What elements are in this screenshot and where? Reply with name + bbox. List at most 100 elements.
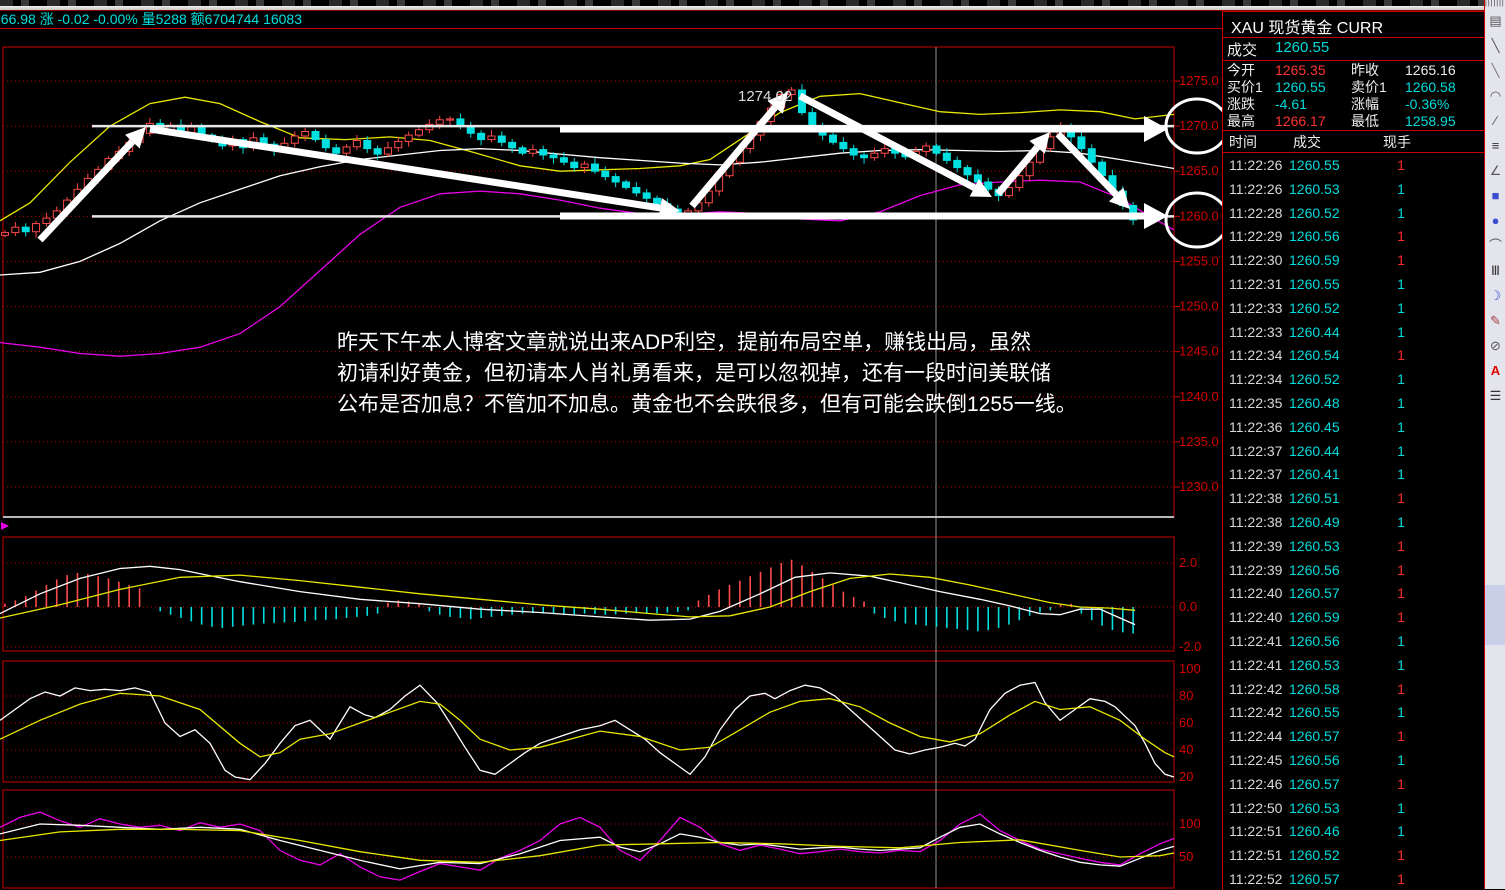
ruler-icon[interactable]: |||||||| <box>1485 0 1505 8</box>
ellipse-tool-icon[interactable]: ● <box>1485 208 1505 233</box>
svg-text:100: 100 <box>1179 661 1201 676</box>
tape-header-vol: 现手 <box>1383 132 1411 152</box>
tape-row: 11:22:331260.521 <box>1223 297 1484 321</box>
tape-price: 1260.57 <box>1289 868 1340 890</box>
tape-time: 11:22:33 <box>1229 321 1282 345</box>
tape-time: 11:22:34 <box>1229 368 1282 392</box>
field-value: 1265.35 <box>1275 62 1326 79</box>
tape-price: 1260.53 <box>1289 654 1340 678</box>
scroll-marker-icon[interactable] <box>1 522 9 530</box>
segment-icon[interactable]: ╲ <box>1485 58 1505 83</box>
svg-text:-2.0: -2.0 <box>1179 639 1201 654</box>
time-and-sales-list[interactable]: 11:22:261260.55111:22:261260.53111:22:28… <box>1223 154 1484 890</box>
annotation-line: 初请利好黄金，但初请本人肖礼勇看来，是可以忽视掉，还有一段时间美联储 <box>337 358 1197 389</box>
tape-time: 11:22:41 <box>1229 654 1282 678</box>
tape-price: 1260.57 <box>1289 725 1340 749</box>
tape-volume: 1 <box>1383 344 1419 368</box>
tape-time: 11:22:39 <box>1229 559 1282 583</box>
tape-row: 11:22:371260.411 <box>1223 463 1484 487</box>
tape-price: 1260.58 <box>1289 678 1340 702</box>
fan-lines-icon[interactable]: ∠ <box>1485 158 1505 183</box>
tape-volume: 1 <box>1383 249 1419 273</box>
tape-row: 11:22:331260.441 <box>1223 321 1484 345</box>
tape-row: 11:22:451260.561 <box>1223 749 1484 773</box>
tape-volume: 1 <box>1383 725 1419 749</box>
trendline-icon[interactable]: ╲ <box>1485 33 1505 58</box>
tape-row: 11:22:511260.461 <box>1223 820 1484 844</box>
tape-time: 11:22:50 <box>1229 797 1282 821</box>
quote-panel: XAU 现货黄金 CURR 成交 1260.55 今开 1265.35 昨收 1… <box>1222 11 1484 890</box>
tape-price: 1260.45 <box>1289 416 1340 440</box>
tape-time: 11:22:40 <box>1229 582 1282 606</box>
horizontal-lines-icon[interactable]: ≡ <box>1485 133 1505 158</box>
tape-time: 11:22:26 <box>1229 178 1282 202</box>
svg-text:1265.0: 1265.0 <box>1179 163 1219 178</box>
fib-retracement-icon[interactable]: ☰ <box>1485 383 1505 408</box>
divider <box>0 28 1222 29</box>
quote-field-row: 涨跌 -4.61 涨幅 -0.36% <box>1223 96 1484 113</box>
tape-row: 11:22:361260.451 <box>1223 416 1484 440</box>
moon-star-icon[interactable]: ☽ <box>1485 283 1505 308</box>
tape-volume: 1 <box>1383 773 1419 797</box>
tape-time: 11:22:42 <box>1229 678 1282 702</box>
rectangle-tool-icon[interactable]: ■ <box>1485 183 1505 208</box>
tape-volume: 1 <box>1383 749 1419 773</box>
tape-price: 1260.49 <box>1289 511 1340 535</box>
quote-ticker-text: 266.98 涨 -0.02 -0.00% 量5288 额6704744 160… <box>0 11 302 28</box>
field-label: 昨收 <box>1351 62 1379 79</box>
svg-text:20: 20 <box>1179 769 1193 784</box>
tape-time: 11:22:38 <box>1229 511 1282 535</box>
field-label: 最低 <box>1351 113 1379 130</box>
ruler-icon[interactable]: ▤ <box>1485 8 1505 33</box>
tape-time: 11:22:30 <box>1229 249 1282 273</box>
field-value: 1260.58 <box>1405 79 1456 96</box>
tape-row: 11:22:391260.531 <box>1223 535 1484 559</box>
tape-time: 11:22:38 <box>1229 487 1282 511</box>
toolbar-scroll-region[interactable] <box>1485 585 1505 645</box>
annotation-line: 公布是否加息？不管加不加息。黄金也不会跌很多，但有可能会跌倒1255一线。 <box>337 389 1197 420</box>
tape-time: 11:22:37 <box>1229 463 1282 487</box>
peak-price-label: 1274.02 <box>738 88 792 105</box>
quote-field-row: 今开 1265.35 昨收 1265.16 <box>1223 62 1484 79</box>
tape-row: 11:22:421260.551 <box>1223 701 1484 725</box>
gann-line-icon[interactable]: ∕ <box>1485 108 1505 133</box>
tape-price: 1260.53 <box>1289 797 1340 821</box>
tape-time: 11:22:42 <box>1229 701 1282 725</box>
tape-volume: 1 <box>1383 535 1419 559</box>
fib-arcs-icon[interactable]: ◠ <box>1485 83 1505 108</box>
polyline-icon[interactable]: ✎ <box>1485 308 1505 333</box>
tape-time: 11:22:40 <box>1229 606 1282 630</box>
annotation-line: 昨天下午本人博客文章就说出来ADP利空，提前布局空单，赚钱出局，虽然 <box>337 327 1197 358</box>
field-value: 1266.17 <box>1275 113 1326 130</box>
tape-volume: 1 <box>1383 868 1419 890</box>
tape-price: 1260.57 <box>1289 582 1340 606</box>
tape-time: 11:22:44 <box>1229 725 1282 749</box>
tape-volume: 1 <box>1383 606 1419 630</box>
field-label: 卖价1 <box>1351 79 1387 96</box>
text-tool-icon[interactable]: A <box>1485 358 1505 383</box>
tape-volume: 1 <box>1383 154 1419 178</box>
field-value: -0.36% <box>1405 96 1449 113</box>
svg-text:2.0: 2.0 <box>1179 555 1197 570</box>
tape-row: 11:22:371260.441 <box>1223 440 1484 464</box>
divider <box>1223 152 1484 153</box>
tape-row: 11:22:311260.551 <box>1223 273 1484 297</box>
eraser-icon[interactable]: ⊘ <box>1485 333 1505 358</box>
tape-volume: 1 <box>1383 797 1419 821</box>
tape-volume: 1 <box>1383 178 1419 202</box>
candlestick-chart[interactable]: 1275.01270.01265.01260.01255.01250.01245… <box>0 28 1240 889</box>
tape-volume: 1 <box>1383 678 1419 702</box>
vertical-lines-icon[interactable]: Ⅲ <box>1485 258 1505 283</box>
tape-row: 11:22:26 1260.53 1 <box>1223 178 1484 202</box>
tape-row: 11:22:381260.511 <box>1223 487 1484 511</box>
svg-text:1255.0: 1255.0 <box>1179 253 1219 268</box>
tape-row: 11:22:291260.561 <box>1223 225 1484 249</box>
tape-price: 1260.44 <box>1289 321 1340 345</box>
tape-price: 1260.52 <box>1289 297 1340 321</box>
tape-row: 11:22:521260.571 <box>1223 868 1484 890</box>
tape-time: 11:22:33 <box>1229 297 1282 321</box>
tape-price: 1260.53 <box>1289 178 1340 202</box>
divider <box>1223 60 1484 61</box>
arc-tool-icon[interactable]: ⌒ <box>1485 233 1505 258</box>
tape-time: 11:22:46 <box>1229 773 1282 797</box>
